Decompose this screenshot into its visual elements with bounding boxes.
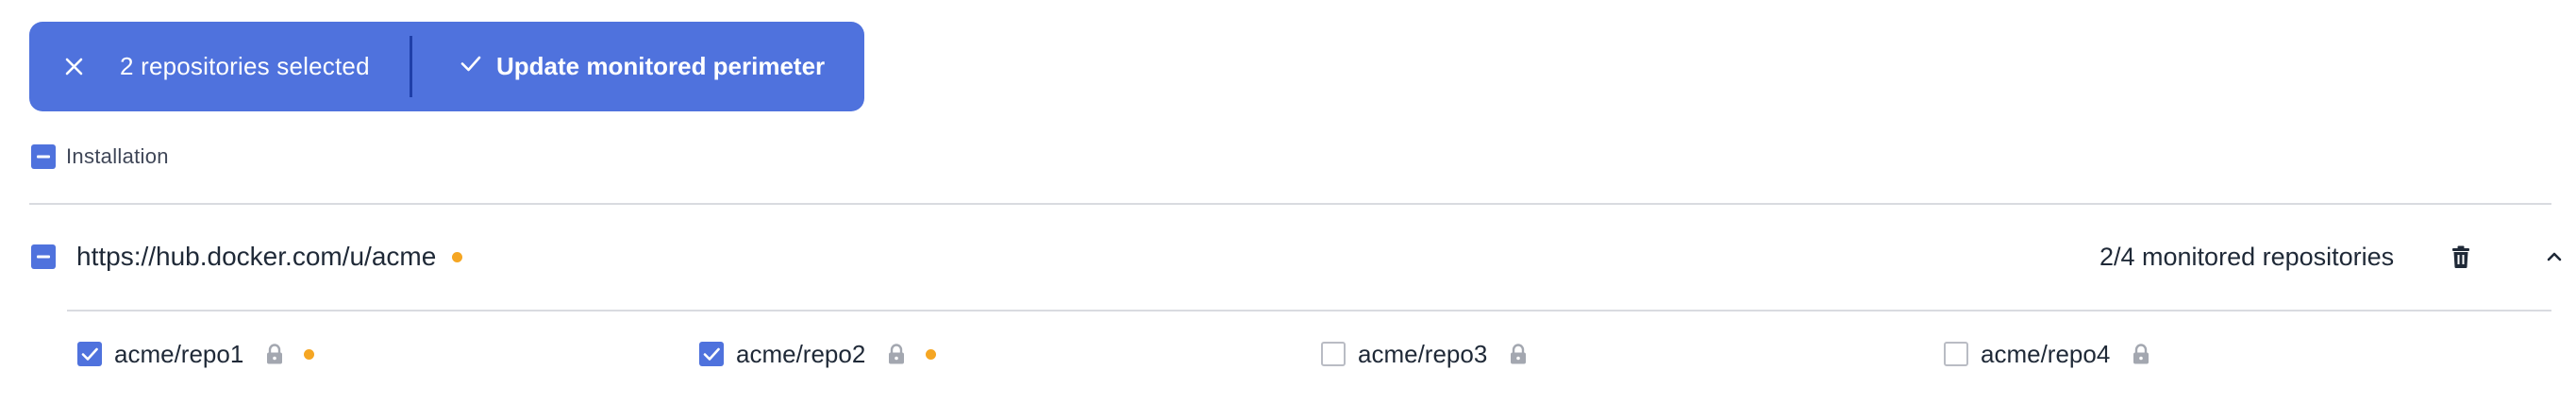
selection-count: 2 repositories selected bbox=[120, 52, 370, 80]
source-url[interactable]: https://hub.docker.com/u/acme bbox=[76, 242, 436, 272]
repository-item[interactable]: acme/repo4 bbox=[1944, 340, 2151, 368]
repo-name: acme/repo4 bbox=[1981, 339, 2111, 368]
repo-checkbox[interactable] bbox=[699, 342, 724, 366]
lock-icon bbox=[1508, 343, 1529, 365]
repository-item[interactable]: acme/repo1 bbox=[77, 339, 315, 368]
installation-header: Installation bbox=[31, 143, 169, 170]
repo-checkbox[interactable] bbox=[1321, 342, 1346, 366]
source-checkbox[interactable] bbox=[31, 244, 56, 269]
trash-icon[interactable] bbox=[2448, 244, 2474, 270]
indeterminate-icon bbox=[37, 255, 50, 259]
installation-label: Installation bbox=[66, 144, 169, 168]
repository-item[interactable]: acme/repo3 bbox=[1321, 340, 1529, 368]
repo-name: acme/repo2 bbox=[736, 339, 866, 368]
check-icon bbox=[703, 347, 720, 361]
source-row: https://hub.docker.com/u/acme 2/4 monito… bbox=[31, 240, 2562, 274]
check-icon bbox=[459, 51, 483, 82]
indeterminate-icon bbox=[37, 155, 50, 159]
status-dot bbox=[304, 348, 315, 360]
lock-icon bbox=[264, 343, 285, 365]
update-monitored-perimeter-button[interactable]: Update monitored perimeter bbox=[459, 22, 825, 111]
status-dot bbox=[452, 251, 463, 262]
selection-divider bbox=[410, 36, 412, 97]
status-dot bbox=[926, 348, 937, 360]
divider bbox=[67, 310, 2551, 311]
installation-checkbox[interactable] bbox=[31, 144, 56, 169]
repo-checkbox[interactable] bbox=[1944, 342, 1968, 366]
lock-icon bbox=[2131, 343, 2151, 365]
divider bbox=[29, 203, 2551, 205]
monitored-count: 2/4 monitored repositories bbox=[2099, 243, 2395, 271]
selection-action-bar: 2 repositories selected Update monitored… bbox=[29, 22, 864, 111]
repo-name: acme/repo3 bbox=[1358, 339, 1488, 368]
repo-checkbox[interactable] bbox=[77, 342, 102, 366]
update-button-label: Update monitored perimeter bbox=[496, 52, 826, 80]
repo-name: acme/repo1 bbox=[114, 339, 244, 368]
check-icon bbox=[81, 347, 98, 361]
repository-item[interactable]: acme/repo2 bbox=[699, 339, 937, 368]
lock-icon bbox=[886, 343, 907, 365]
close-icon[interactable] bbox=[61, 54, 87, 79]
chevron-up-icon[interactable] bbox=[2541, 244, 2568, 270]
